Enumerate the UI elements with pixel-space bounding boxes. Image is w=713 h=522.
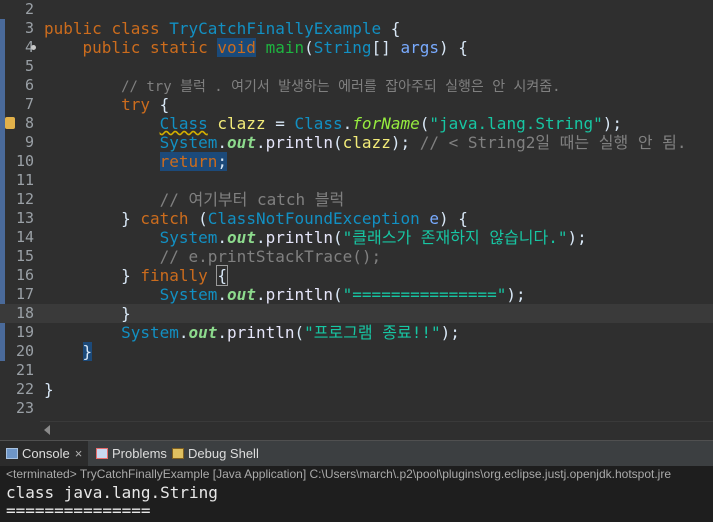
console-output-area[interactable]: <terminated> TryCatchFinallyExample [Jav… (0, 466, 713, 522)
code-line: 12 // 여기부터 catch 블럭 (0, 190, 713, 209)
code-line: 19 System.out.println("프로그램 종료!!"); (0, 323, 713, 342)
line-number: 8 (24, 114, 34, 132)
code-line: 15 // e.printStackTrace(); (0, 247, 713, 266)
selection-highlight: return (159, 152, 218, 171)
matching-brace-highlight: } (82, 342, 93, 361)
code-text: System.out.println("클래스가 존재하지 않습니다."); (159, 228, 587, 247)
code-text: // try 블럭 . 여기서 발생하는 에러를 잡아주되 실행은 안 시켜줌. (121, 79, 561, 95)
code-text: // e.printStackTrace(); (159, 247, 382, 266)
line-number: 9 (24, 133, 34, 151)
console-tab-bar: Console × Problems Debug Shell (0, 440, 713, 467)
code-line: 20 } (0, 342, 713, 361)
line-number: 7 (24, 95, 34, 113)
horizontal-scrollbar[interactable] (40, 421, 713, 438)
line-number: 12 (15, 190, 34, 208)
line-number: 3 (24, 19, 34, 37)
line-number: 4 (24, 38, 34, 56)
matching-bracket: { (216, 265, 229, 286)
code-line: 16 } finally { (0, 265, 713, 286)
fold-toggle-icon[interactable] (31, 45, 36, 50)
code-line: 2 (0, 0, 713, 19)
occurrence-highlight: void (217, 38, 256, 57)
code-line: 7 try { (0, 95, 713, 114)
line-number: 17 (15, 285, 34, 303)
code-editor[interactable]: 2 3 public class TryCatchFinallyExample … (0, 0, 713, 420)
code-line: 23 (0, 399, 713, 418)
code-text: System.out.println(clazz); // < String2일… (159, 133, 687, 152)
line-number: 13 (15, 209, 34, 227)
close-icon[interactable]: × (75, 446, 83, 461)
line-number: 5 (24, 57, 34, 75)
code-text: } (44, 342, 93, 361)
tab-problems[interactable]: Problems (92, 441, 171, 467)
line-number: 15 (15, 247, 34, 265)
code-line: 9 System.out.println(clazz); // < String… (0, 133, 713, 152)
code-line: 8 Class clazz = Class.forName("java.lang… (0, 114, 713, 133)
line-number: 11 (15, 171, 34, 189)
console-icon (6, 448, 18, 459)
line-number: 6 (24, 76, 34, 94)
tab-label: Debug Shell (188, 446, 259, 461)
code-line: 4 public static void main(String[] args)… (0, 38, 713, 57)
line-number: 2 (24, 0, 34, 18)
code-line: 5 (0, 57, 713, 76)
console-output-line: =============== (6, 501, 151, 520)
code-text: } catch (ClassNotFoundException e) { (121, 209, 468, 228)
code-text: } (44, 380, 54, 399)
code-line: 3 public class TryCatchFinallyExample { (0, 19, 713, 38)
code-text: // 여기부터 catch 블럭 (159, 190, 345, 209)
code-text: try { (121, 95, 170, 114)
code-line: 6 // try 블럭 . 여기서 발생하는 에러를 잡아주되 실행은 안 시켜… (0, 76, 713, 95)
code-line: 10 return; (0, 152, 713, 171)
code-text: } (121, 304, 131, 323)
code-line: 17 System.out.println("===============")… (0, 285, 713, 304)
line-number: 19 (15, 323, 34, 341)
current-code-line: 18 } (0, 304, 713, 323)
tab-debug-shell[interactable]: Debug Shell (168, 441, 263, 467)
code-text: System.out.println("==============="); (159, 285, 526, 304)
tab-label: Problems (112, 446, 167, 461)
code-line: 14 System.out.println("클래스가 존재하지 않습니다.")… (0, 228, 713, 247)
problems-icon (96, 448, 108, 459)
line-number: 23 (15, 399, 34, 417)
line-number: 18 (15, 304, 34, 322)
tab-label: Console (22, 446, 70, 461)
code-line: 22 } (0, 380, 713, 399)
console-output-line: class java.lang.String (6, 483, 218, 502)
line-number: 10 (15, 152, 34, 170)
code-text: } finally { (121, 265, 229, 286)
code-text: return; (159, 152, 228, 171)
code-text: public static void main(String[] args) { (82, 38, 468, 57)
code-text: public class TryCatchFinallyExample { (44, 19, 401, 38)
line-number: 20 (15, 342, 34, 360)
debug-shell-icon (172, 448, 184, 459)
code-line: 13 } catch (ClassNotFoundException e) { (0, 209, 713, 228)
console-status: <terminated> TryCatchFinallyExample [Jav… (6, 467, 671, 481)
code-line: 21 (0, 361, 713, 380)
line-number: 16 (15, 266, 34, 284)
scroll-left-icon[interactable] (44, 425, 50, 435)
line-number: 21 (15, 361, 34, 379)
code-text: System.out.println("프로그램 종료!!"); (121, 323, 460, 342)
line-number: 14 (15, 228, 34, 246)
tab-console[interactable]: Console × (0, 441, 89, 467)
code-text: Class clazz = Class.forName("java.lang.S… (159, 114, 623, 133)
line-number: 22 (15, 380, 34, 398)
code-line: 11 (0, 171, 713, 190)
